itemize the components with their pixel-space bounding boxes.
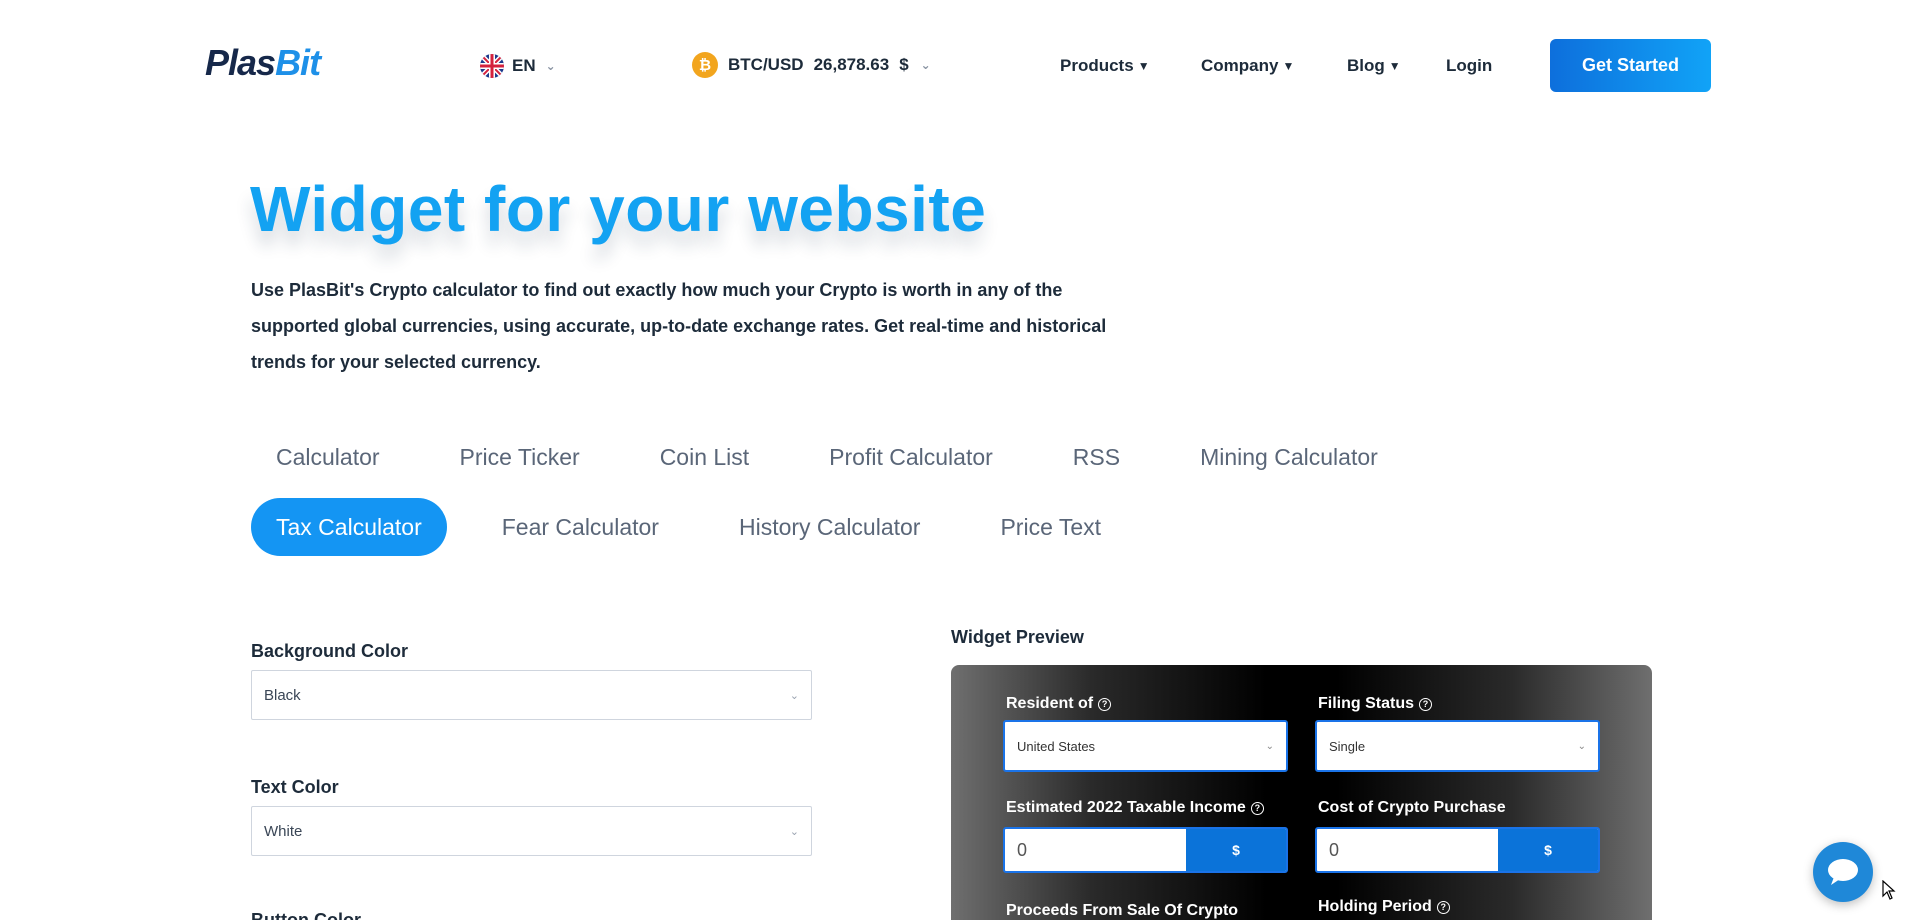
chevron-down-icon: ⌄	[789, 825, 799, 838]
cost-purchase-text: Cost of Crypto Purchase	[1318, 799, 1506, 816]
nav-blog[interactable]: Blog ▼	[1347, 56, 1401, 76]
filing-status-value: Single	[1329, 738, 1366, 754]
nav-company[interactable]: Company ▼	[1201, 56, 1294, 76]
chevron-down-icon: ⌄	[1577, 740, 1586, 752]
text-color-label: Text Color	[251, 777, 339, 797]
taxable-income-currency-button[interactable]: $	[1186, 829, 1286, 871]
tab-history-calculator[interactable]: History Calculator	[714, 498, 946, 556]
caret-down-icon: ▼	[1282, 59, 1295, 73]
tab-tax-calculator[interactable]: Tax Calculator	[251, 498, 447, 556]
resident-of-value: United States	[1017, 738, 1096, 754]
live-chat-button[interactable]	[1813, 842, 1873, 902]
filing-status-label: Filing Status ?	[1318, 695, 1432, 713]
holding-period-label: Holding Period ?	[1318, 898, 1450, 916]
taxable-income-value[interactable]: 0	[1005, 829, 1186, 871]
text-color-value: White	[264, 822, 303, 840]
tab-rss[interactable]: RSS	[1048, 428, 1145, 486]
proceeds-text: Proceeds From Sale Of Crypto	[1006, 902, 1239, 919]
help-icon[interactable]: ?	[1436, 900, 1450, 914]
resident-of-label: Resident of ?	[1006, 695, 1112, 713]
taxable-income-label: Estimated 2022 Taxable Income ?	[1006, 799, 1264, 817]
taxable-income-input[interactable]: 0 $	[1003, 827, 1288, 873]
widget-preview-label: Widget Preview	[951, 627, 1084, 647]
page-description: Use PlasBit's Crypto calculator to find …	[251, 280, 1107, 372]
holding-period-text: Holding Period	[1318, 898, 1432, 915]
nav-products-label: Products	[1060, 56, 1134, 75]
cost-purchase-label: Cost of Crypto Purchase	[1318, 799, 1506, 817]
background-color-value: Black	[264, 686, 301, 704]
tab-calculator[interactable]: Calculator	[251, 428, 405, 486]
tab-profit-calculator[interactable]: Profit Calculator	[804, 428, 1018, 486]
cost-purchase-currency-button[interactable]: $	[1498, 829, 1598, 871]
logo-part-plas: Plas	[205, 42, 276, 83]
help-icon[interactable]: ?	[1419, 697, 1432, 711]
caret-down-icon: ▼	[1137, 59, 1150, 73]
btc-price-ticker[interactable]: ₿ BTC/USD 26,878.63 $ ⌄	[692, 52, 931, 78]
button-color-label: Button Color	[251, 910, 361, 920]
nav-blog-label: Blog	[1347, 56, 1385, 75]
ticker-price: 26,878.63	[813, 55, 890, 74]
tab-price-ticker[interactable]: Price Ticker	[435, 428, 605, 486]
widget-tabs-row-2: Tax Calculator Fear Calculator History C…	[251, 498, 1126, 556]
text-color-select[interactable]: White ⌄	[251, 806, 812, 856]
uk-flag-icon	[480, 54, 504, 78]
tab-coin-list[interactable]: Coin List	[635, 428, 774, 486]
cost-purchase-input[interactable]: 0 $	[1315, 827, 1600, 873]
help-icon[interactable]: ?	[1098, 697, 1112, 711]
get-started-button[interactable]: Get Started	[1550, 39, 1711, 92]
page-title: Widget for your website	[250, 173, 987, 245]
nav-login-label: Login	[1446, 56, 1493, 75]
widget-preview-panel: Resident of ? United States ⌄ Filing Sta…	[951, 665, 1652, 920]
mouse-cursor-icon	[1882, 879, 1896, 905]
filing-status-select[interactable]: Single ⌄	[1315, 720, 1600, 772]
nav-login[interactable]: Login	[1446, 56, 1492, 76]
background-color-label: Background Color	[251, 641, 409, 661]
logo-part-bit: Bit	[275, 42, 321, 83]
filing-status-text: Filing Status	[1318, 695, 1414, 712]
language-selector[interactable]: EN ⌄	[480, 54, 556, 78]
ticker-currency: $	[899, 55, 909, 74]
caret-down-icon: ▼	[1388, 59, 1401, 73]
chat-bubble-icon	[1828, 859, 1858, 885]
widget-tabs-row-1: Calculator Price Ticker Coin List Profit…	[251, 428, 1403, 486]
ticker-pair: BTC/USD	[728, 55, 804, 74]
nav-company-label: Company	[1201, 56, 1279, 75]
background-color-select[interactable]: Black ⌄	[251, 670, 812, 720]
cost-purchase-value[interactable]: 0	[1317, 829, 1498, 871]
plasbit-logo[interactable]: PlasBit	[205, 42, 321, 84]
help-icon[interactable]: ?	[1250, 801, 1264, 815]
tab-mining-calculator[interactable]: Mining Calculator	[1175, 428, 1403, 486]
tab-price-text[interactable]: Price Text	[975, 498, 1126, 556]
language-label: EN	[512, 56, 536, 75]
proceeds-label: Proceeds From Sale Of Crypto	[1006, 902, 1238, 920]
bitcoin-icon: ₿	[692, 52, 718, 78]
resident-of-select[interactable]: United States ⌄	[1003, 720, 1288, 772]
chevron-down-icon: ⌄	[789, 689, 799, 702]
chevron-down-icon: ⌄	[920, 58, 931, 72]
taxable-income-text: Estimated 2022 Taxable Income	[1006, 799, 1246, 816]
tab-fear-calculator[interactable]: Fear Calculator	[477, 498, 684, 556]
chevron-down-icon: ⌄	[545, 59, 556, 73]
chevron-down-icon: ⌄	[1265, 740, 1274, 752]
nav-products[interactable]: Products ▼	[1060, 56, 1150, 76]
resident-of-text: Resident of	[1006, 695, 1094, 712]
site-header: PlasBit EN ⌄ ₿ BTC/USD 26,878.63 $ ⌄ Pro…	[0, 0, 1906, 130]
